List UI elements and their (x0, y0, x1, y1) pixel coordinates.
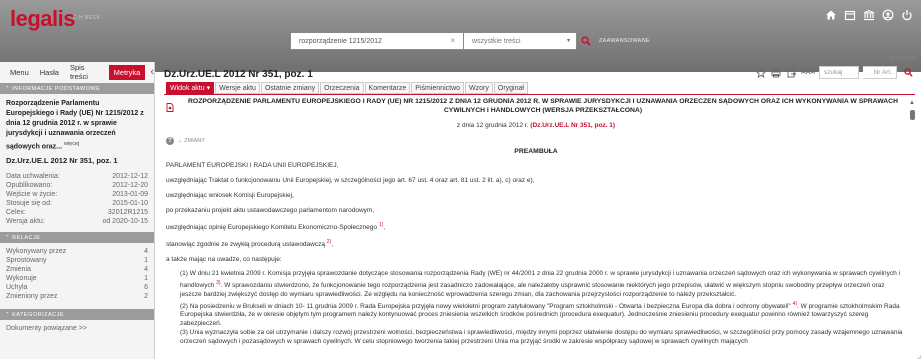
relation-row[interactable]: Zmienia 4 (0, 265, 154, 274)
footnote-link[interactable]: 2) (327, 239, 331, 245)
more-link[interactable]: więcej (64, 141, 79, 147)
tab-orzeczenia[interactable]: Orzeczenia (320, 82, 364, 94)
article-number-input[interactable]: Nr Art. (863, 66, 897, 79)
changes-toggle[interactable]: ? ⌄ ZMIANY (166, 137, 906, 145)
paragraph: uwzględniając wniosek Komisji Europejski… (166, 192, 294, 199)
act-info: Rozporządzenie Parlamentu Europejskiego … (0, 94, 154, 168)
recital: (2) Na posiedzeniu w Brukseli w dniach 1… (180, 300, 900, 328)
publication-link[interactable]: (Dz.Urz.UE.L Nr 351, poz. 1) (530, 122, 615, 129)
tab-oryginal[interactable]: Oryginał (493, 82, 528, 94)
document-toolbar: AAA szukaj Nr Art. (756, 66, 915, 79)
search-bar: rozporządzenie 1215/2012 × wszystkie tre… (290, 32, 650, 50)
act-heading: ROZPORZĄDZENIE PARLAMENTU EUROPEJSKIEGO … (188, 98, 898, 114)
search-in-document-input[interactable]: szukaj (819, 66, 859, 79)
tab-wersje-aktu[interactable]: Wersje aktu (215, 82, 260, 94)
tab-hasla[interactable]: Hasła (35, 65, 64, 80)
recital: (3) Unia wyznaczyła sobie za cel utrzyma… (180, 328, 903, 345)
recital: (1) W dniu 21 kwietnia 2009 r. Komisja p… (180, 270, 901, 298)
meta-row: Wejście w życie: 2013-01-09 (6, 191, 148, 199)
paragraph: uwzględniając opinię Europejskiego Komit… (166, 222, 386, 232)
home-icon[interactable] (825, 9, 837, 21)
logo-subtitle: C.H.BECK (73, 15, 101, 21)
relation-row[interactable]: Uchyla 6 (0, 283, 154, 292)
act-reference: Dz.Urz.UE.L 2012 Nr 351, poz. 1 (6, 156, 118, 166)
font-size-control[interactable]: AAA (801, 69, 815, 76)
wide-view-link[interactable]: Widok szeroki (889, 55, 917, 60)
paragraph: a także mając na uwadze, co następuje: (166, 256, 282, 264)
relation-row[interactable]: Wykonywany przez 4 (0, 247, 154, 256)
relation-row[interactable]: Sprostowany 1 (0, 256, 154, 265)
app-window: legalis C.H.BECK rozporządzenie 1215/201… (0, 0, 921, 359)
scope-select[interactable]: wszystkie treści ▾ (464, 32, 577, 50)
search-input-value: rozporządzenie 1215/2012 (299, 37, 382, 45)
act-date: z dnia 12 grudnia 2012 r. (Dz.Urz.UE.L N… (456, 122, 616, 129)
power-icon[interactable] (901, 9, 913, 21)
tab-spis-tresci[interactable]: Spis treści (65, 60, 108, 84)
paragraph: po przekazaniu projekt aktu ustawodawcze… (166, 207, 375, 214)
document-tabs: Widok aktu ▾ Wersje aktu Ostatnie zmiany… (166, 82, 528, 94)
meta-row: Data uchwalenia: 2012-12-12 (6, 173, 148, 181)
user-icon[interactable] (882, 9, 894, 21)
vertical-scrollbar[interactable]: ▲ (909, 100, 915, 359)
meta-row: Opublikowano: 2012-12-20 (6, 182, 148, 190)
document-title: Dz.Urz.UE.L 2012 Nr 351, poz. 1 (164, 69, 313, 80)
export-icon[interactable] (786, 67, 797, 78)
logo[interactable]: legalis (10, 6, 75, 32)
search-icon (581, 36, 591, 46)
scroll-up-icon[interactable]: ▲ (909, 100, 915, 106)
meta-row: Celex: 32012R1215 (6, 209, 148, 217)
related-docs-link[interactable]: Dokumenty powiązane >> (0, 324, 154, 333)
act-title: Rozporządzenie Parlamentu Europejskiego … (6, 100, 144, 151)
paragraph: uwzględniając Traktat o funkcjonowaniu U… (166, 177, 535, 184)
chevron-down-icon: ▾ (566, 38, 570, 44)
section-relations[interactable]: ⌃ RELACJE (0, 232, 154, 244)
top-icons (825, 9, 913, 21)
calendar-icon[interactable] (844, 9, 856, 21)
print-icon[interactable] (771, 67, 782, 78)
search-icon (903, 68, 913, 77)
section-basic-info[interactable]: ⌃ INFORMACJE PODSTAWOWE (0, 83, 154, 94)
pdf-icon[interactable] (166, 99, 174, 112)
library-icon[interactable] (863, 9, 875, 21)
scope-value: wszystkie treści (472, 37, 521, 45)
tab-ostatnie-zmiany[interactable]: Ostatnie zmiany (260, 82, 320, 94)
relation-row[interactable]: Zmieniony przez 2 (0, 292, 154, 301)
document-search-button[interactable] (901, 66, 915, 79)
scrollbar-thumb[interactable] (909, 110, 915, 120)
tabs-divider (164, 94, 915, 95)
advanced-search-link[interactable]: ZAAWANSOWANE (599, 38, 650, 44)
changes-label: ⌄ ZMIANY (178, 138, 205, 144)
search-input[interactable]: rozporządzenie 1215/2012 × (290, 32, 464, 50)
tab-menu[interactable]: Menu (5, 65, 34, 80)
document-body: ROZPORZĄDZENIE PARLAMENTU EUROPEJSKIEGO … (166, 98, 906, 359)
section-categories[interactable]: ⌃ KATEGORIZACJE (0, 309, 154, 321)
tab-metryka[interactable]: Metryka (108, 64, 146, 80)
paragraph: stanowiąc zgodnie ze zwykłą procedurą us… (166, 239, 334, 249)
relations-list: Wykonywany przez 4 Sprostowany 1 Zmienia 4 … (0, 243, 154, 301)
collapse-sidebar-icon[interactable]: ‹ (150, 66, 154, 78)
search-button[interactable] (577, 32, 595, 50)
relation-row[interactable]: Wykonuje 1 (0, 274, 154, 283)
sidebar-tabs: Menu Hasła Spis treści Metryka ‹ (0, 63, 154, 81)
meta-list: Data uchwalenia: 2012-12-12 Opublikowano:… (0, 168, 154, 226)
tab-pismiennictwo[interactable]: Piśmiennictwo (411, 82, 465, 94)
main-content: Widok szeroki Dz.Urz.UE.L 2012 Nr 351, p… (156, 55, 921, 359)
clear-icon[interactable]: × (450, 36, 455, 45)
footnote-link[interactable]: 1) (379, 222, 383, 228)
meta-row: Stosuje się od: 2015-01-10 (6, 200, 148, 208)
tab-wzory[interactable]: Wzory (465, 82, 493, 94)
tab-komentarze[interactable]: Komentarze (364, 82, 411, 94)
tab-widok-aktu[interactable]: Widok aktu ▾ (166, 82, 215, 94)
star-icon[interactable] (756, 67, 767, 78)
paragraph: PARLAMENT EUROPEJSKI I RADA UNII EUROPEJ… (166, 162, 339, 169)
preamble-heading: PREAMBUŁA (514, 148, 558, 155)
help-icon: ? (166, 137, 174, 145)
sidebar: Menu Hasła Spis treści Metryka ‹ ⌃ INFOR… (0, 62, 155, 359)
meta-row: Wersja aktu: od 2020-10-15 (6, 218, 148, 226)
